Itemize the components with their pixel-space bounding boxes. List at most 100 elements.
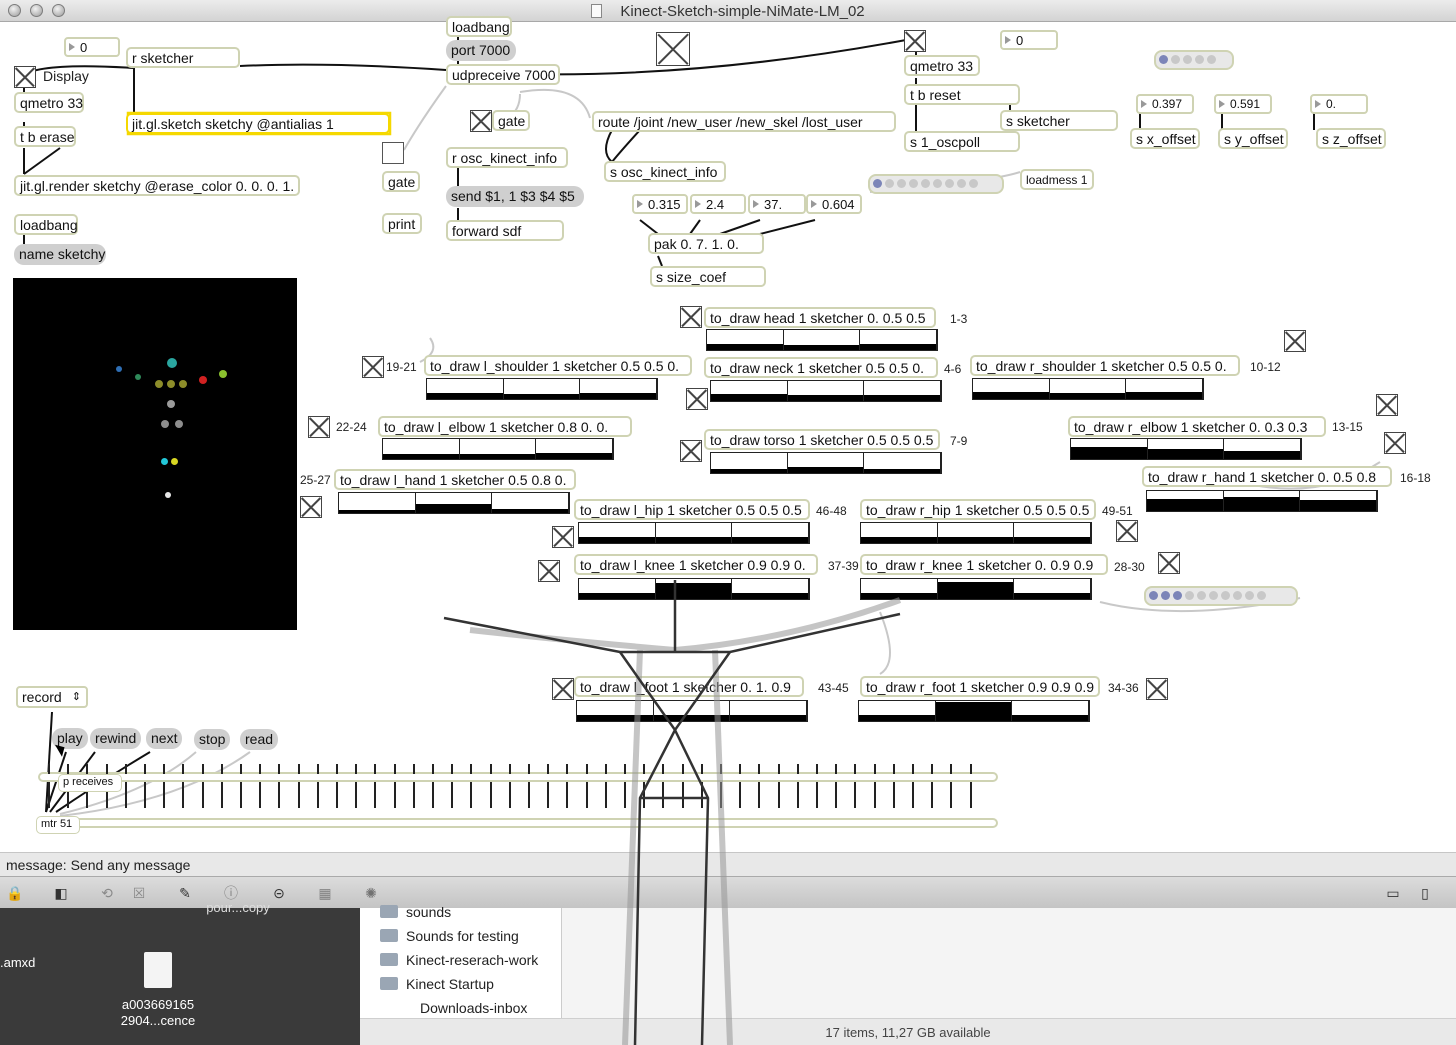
s-z-offset-object[interactable]: s z_offset [1316,128,1386,149]
qmetro-toggle[interactable] [904,30,926,52]
joint-slider-l-hand[interactable] [338,492,570,514]
slider-segment[interactable] [579,579,656,599]
s-size-coef-object[interactable]: s size_coef [650,266,766,287]
slider-segment[interactable] [536,439,613,459]
l-knee-toggle[interactable] [538,560,560,582]
joint-object-r-hip[interactable]: to_draw r_hip 1 sketcher 0.5 0.5 0.5 [860,499,1096,520]
joint-slider-r-shoulder[interactable] [972,378,1204,400]
number-box[interactable]: 0 [64,37,120,57]
radiogroup-top[interactable] [1154,50,1234,70]
slider-segment[interactable] [1014,579,1091,599]
size-number-2[interactable]: 2.4 [690,194,746,214]
desktop-file-name[interactable]: a003669165 2904...cence [100,997,216,1029]
joint-object-l-hand[interactable]: to_draw l_hand 1 sketcher 0.5 0.8 0. [334,469,576,490]
qmetro-object[interactable]: qmetro 33 [14,92,84,113]
joint-object-l-foot[interactable]: to_draw l_foot 1 sketcher 0. 1. 0.9 [574,676,804,697]
size-number-3[interactable]: 37. [748,194,806,214]
patch-cord-icon[interactable]: ⟲ [96,883,118,903]
torso-toggle[interactable] [680,440,702,462]
s-x-offset-object[interactable]: s x_offset [1130,128,1200,149]
slider-segment[interactable] [653,701,731,721]
slider-segment[interactable] [503,379,581,399]
slider-segment[interactable] [935,701,1013,721]
joint-object-neck[interactable]: to_draw neck 1 sketcher 0.5 0.5 0. [704,357,938,378]
slider-segment[interactable] [492,493,569,513]
read-message[interactable]: read [240,729,279,750]
display-toggle[interactable] [14,66,36,88]
joint-slider-r-elbow[interactable] [1070,438,1302,460]
r-hip-toggle[interactable] [1116,520,1138,542]
lock-icon[interactable]: 🔒 [4,883,26,903]
r-knee-toggle[interactable] [1158,552,1180,574]
loadbang-object[interactable]: loadbang [14,214,78,235]
radiogroup-bottom[interactable] [1144,586,1298,606]
r-sketcher-object[interactable]: r sketcher [126,47,240,68]
slider-segment[interactable] [937,579,1015,599]
size-number-4[interactable]: 0.604 [806,194,862,214]
r-foot-toggle[interactable] [1146,678,1168,700]
joint-slider-l-elbow[interactable] [382,438,614,460]
slider-segment[interactable] [1049,379,1127,399]
slider-segment[interactable] [1147,439,1225,459]
slider-segment[interactable] [459,439,537,459]
r-hand-toggle[interactable] [1384,432,1406,454]
qmetro-object-2[interactable]: qmetro 33 [904,55,980,76]
z-offset-number[interactable]: 0. [1310,94,1368,114]
folder-item[interactable]: Downloads-inbox [420,997,527,1019]
y-offset-number[interactable]: 0.591 [1214,94,1272,114]
slider-segment[interactable] [655,523,733,543]
slider-segment[interactable] [1014,523,1091,543]
slider-segment[interactable] [783,330,861,350]
udpreceive-object[interactable]: udpreceive 7000 [446,64,560,85]
s-oscpoll-object[interactable]: s 1_oscpoll [904,131,1020,152]
gate-object-2[interactable]: gate [382,171,420,192]
p-receives-object[interactable]: p receives [58,774,122,792]
rewind-message[interactable]: rewind [90,728,142,749]
joint-slider-l-foot[interactable] [576,700,808,722]
joint-slider-neck[interactable] [710,380,942,402]
x-offset-number[interactable]: 0.397 [1136,94,1194,114]
folder-item[interactable]: Kinect Startup [380,973,494,995]
slider-segment[interactable] [711,453,788,473]
size-number-1[interactable]: 0.315 [632,194,688,214]
slider-segment[interactable] [1300,491,1377,511]
slider-segment[interactable] [861,579,938,599]
desktop-partial-label[interactable]: pour...copy [188,900,288,916]
slider-segment[interactable] [339,493,416,513]
s-y-offset-object[interactable]: s y_offset [1218,128,1288,149]
jit-gl-sketch-object[interactable]: jit.gl.sketch sketchy @antialias 1 [126,113,390,134]
slider-segment[interactable] [1071,439,1148,459]
bulb-icon[interactable]: ✺ [360,883,382,903]
jit-gl-render-object[interactable]: jit.gl.render sketchy @erase_color 0. 0.… [14,175,300,196]
head-toggle[interactable] [680,306,702,328]
r-shoulder-toggle[interactable] [1284,330,1306,352]
joint-slider-r-knee[interactable] [860,578,1092,600]
radiogroup-mid[interactable] [868,174,1004,194]
slider-segment[interactable] [711,381,788,401]
slider-segment[interactable] [655,579,733,599]
joint-object-l-hip[interactable]: to_draw l_hip 1 sketcher 0.5 0.5 0.5 [574,499,810,520]
slider-segment[interactable] [427,379,504,399]
l-hip-toggle[interactable] [552,526,574,548]
slider-segment[interactable] [707,330,784,350]
t-b-erase-object[interactable]: t b erase [14,126,76,147]
slider-segment[interactable] [383,439,460,459]
route-object[interactable]: route /joint /new_user /new_skel /lost_u… [592,111,896,132]
next-message[interactable]: next [146,728,183,749]
joint-object-r-hand[interactable]: to_draw r_hand 1 sketcher 0. 0.5 0.8 [1142,466,1392,487]
joint-object-l-knee[interactable]: to_draw l_knee 1 sketcher 0.9 0.9 0. [574,554,818,575]
r-elbow-toggle[interactable] [1376,394,1398,416]
joint-slider-head[interactable] [706,329,938,351]
joint-object-r-knee[interactable]: to_draw r_knee 1 sketcher 0. 0.9 0.9 [860,554,1108,575]
document-file-icon[interactable] [144,952,172,988]
presentation-icon[interactable]: ◧ [50,883,72,903]
loadmess-object[interactable]: loadmess 1 [1020,169,1094,190]
joint-slider-l-knee[interactable] [578,578,810,600]
joint-slider-r-hip[interactable] [860,522,1092,544]
slider-segment[interactable] [937,523,1015,543]
inspector-icon[interactable]: ☒ [128,883,150,903]
split-horizontal-icon[interactable]: ▭ [1382,883,1404,903]
slider-segment[interactable] [577,701,654,721]
pak-object[interactable]: pak 0. 7. 1. 0. [648,233,764,254]
print-object[interactable]: print [382,213,422,234]
